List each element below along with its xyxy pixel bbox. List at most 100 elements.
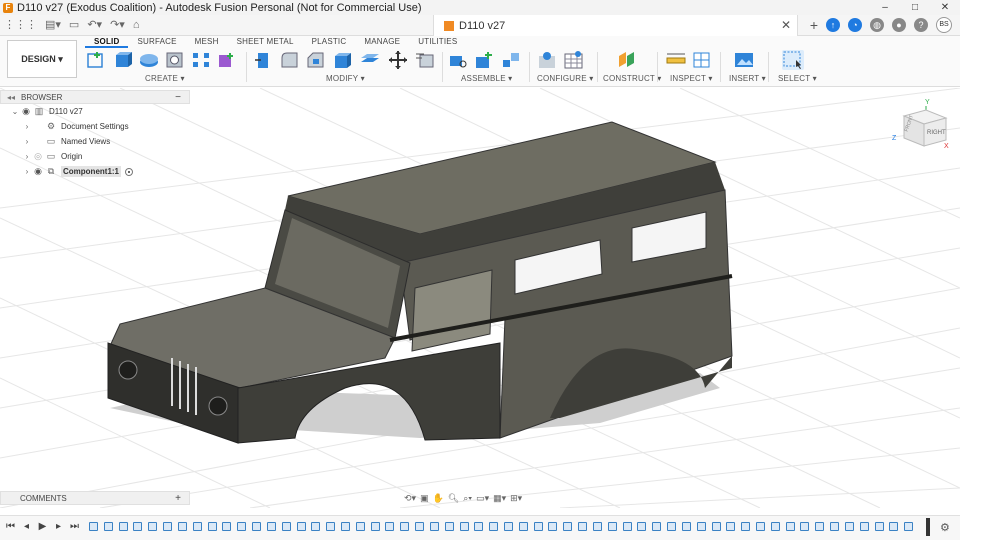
online-status-icon[interactable]: ◍ bbox=[870, 18, 884, 32]
align-icon[interactable] bbox=[414, 50, 436, 70]
timeline-feature[interactable] bbox=[163, 522, 172, 531]
tab-solid[interactable]: SOLID bbox=[85, 36, 129, 48]
timeline-feature[interactable] bbox=[371, 522, 380, 531]
new-component-icon[interactable] bbox=[448, 50, 470, 70]
hidden-eye-icon[interactable]: ◎ bbox=[32, 151, 44, 162]
timeline-feature[interactable] bbox=[415, 522, 424, 531]
timeline-feature[interactable] bbox=[148, 522, 157, 531]
timeline-feature[interactable] bbox=[385, 522, 394, 531]
chamfer-icon[interactable] bbox=[305, 50, 327, 70]
hole-icon[interactable] bbox=[164, 50, 186, 70]
timeline-feature[interactable] bbox=[726, 522, 735, 531]
pan-icon[interactable]: ✋ bbox=[433, 493, 444, 504]
grid-settings-icon[interactable]: ▦▾ bbox=[493, 493, 506, 504]
timeline-settings-gear-icon[interactable]: ⚙ bbox=[940, 521, 950, 534]
modify-menu[interactable]: MODIFY ▾ bbox=[326, 74, 365, 83]
select-menu[interactable]: SELECT ▾ bbox=[778, 74, 817, 83]
timeline-feature[interactable] bbox=[652, 522, 661, 531]
tab-utilities[interactable]: UTILITIES bbox=[409, 36, 466, 48]
timeline-feature[interactable] bbox=[534, 522, 543, 531]
timeline-feature[interactable] bbox=[786, 522, 795, 531]
timeline-feature[interactable] bbox=[904, 522, 913, 531]
save-icon[interactable]: ▭ bbox=[69, 18, 79, 31]
configure-table-icon[interactable] bbox=[563, 50, 585, 70]
timeline-feature[interactable] bbox=[208, 522, 217, 531]
help-icon[interactable]: ? bbox=[914, 18, 928, 32]
offset-plane-icon[interactable] bbox=[616, 50, 638, 70]
timeline-feature[interactable] bbox=[741, 522, 750, 531]
timeline-feature[interactable] bbox=[845, 522, 854, 531]
timeline-feature[interactable] bbox=[311, 522, 320, 531]
timeline-feature[interactable] bbox=[297, 522, 306, 531]
visibility-eye-icon[interactable]: ◉ bbox=[20, 106, 32, 117]
timeline-feature[interactable] bbox=[460, 522, 469, 531]
timeline-feature[interactable] bbox=[341, 522, 350, 531]
browser-header[interactable]: ◂◂ BROWSER − bbox=[0, 90, 190, 104]
timeline-feature[interactable] bbox=[178, 522, 187, 531]
expand-chevron-icon[interactable]: › bbox=[22, 122, 32, 131]
expand-chevron-icon[interactable]: ⌄ bbox=[10, 107, 20, 116]
construct-menu[interactable]: CONSTRUCT ▾ bbox=[603, 74, 662, 83]
minimize-browser-icon[interactable]: − bbox=[175, 92, 181, 103]
tab-manage[interactable]: MANAGE bbox=[355, 36, 409, 48]
new-tab-icon[interactable]: + bbox=[810, 17, 818, 33]
visibility-eye-icon[interactable]: ◉ bbox=[32, 166, 44, 177]
workspace-switcher[interactable]: DESIGN ▾ bbox=[7, 40, 77, 78]
create-form-icon[interactable] bbox=[216, 50, 238, 70]
timeline-feature[interactable] bbox=[356, 522, 365, 531]
redo-icon[interactable]: ↷▾ bbox=[110, 18, 125, 31]
move-copy-icon[interactable] bbox=[387, 50, 409, 70]
timeline-feature[interactable] bbox=[815, 522, 824, 531]
timeline-feature[interactable] bbox=[593, 522, 602, 531]
shell-icon[interactable] bbox=[331, 50, 353, 70]
add-comment-icon[interactable]: + bbox=[175, 493, 181, 504]
timeline-feature[interactable] bbox=[445, 522, 454, 531]
as-built-joint-icon[interactable] bbox=[500, 50, 522, 70]
tree-root[interactable]: ⌄ ◉ ▥ D110 v27 bbox=[0, 104, 190, 119]
joint-icon[interactable] bbox=[474, 50, 496, 70]
select-icon[interactable] bbox=[782, 50, 804, 70]
maximize-button[interactable]: □ bbox=[900, 0, 930, 15]
timeline-feature[interactable] bbox=[282, 522, 291, 531]
timeline-feature[interactable] bbox=[400, 522, 409, 531]
pattern-icon[interactable] bbox=[190, 50, 212, 70]
user-avatar[interactable]: BS bbox=[936, 17, 952, 33]
display-settings-icon[interactable]: ▭▾ bbox=[476, 493, 489, 504]
step-back-icon[interactable]: ◂ bbox=[21, 521, 32, 532]
notifications-icon[interactable]: ● bbox=[892, 18, 906, 32]
activate-component-radio[interactable] bbox=[125, 167, 133, 176]
timeline-feature[interactable] bbox=[119, 522, 128, 531]
tab-plastic[interactable]: PLASTIC bbox=[303, 36, 356, 48]
timeline-feature[interactable] bbox=[697, 522, 706, 531]
go-to-start-icon[interactable]: ⏮ bbox=[5, 521, 16, 532]
timeline-feature[interactable] bbox=[489, 522, 498, 531]
configure-icon[interactable] bbox=[537, 50, 559, 70]
close-window-button[interactable]: ✕ bbox=[930, 0, 960, 15]
timeline-feature[interactable] bbox=[608, 522, 617, 531]
timeline-feature[interactable] bbox=[133, 522, 142, 531]
timeline-feature[interactable] bbox=[237, 522, 246, 531]
tree-item-component[interactable]: › ◉ ⧉ Component1:1 bbox=[0, 164, 190, 179]
step-forward-icon[interactable]: ▸ bbox=[53, 521, 64, 532]
grid-menu-icon[interactable]: ⋮⋮⋮ bbox=[4, 18, 37, 31]
split-body-icon[interactable] bbox=[359, 50, 381, 70]
play-icon[interactable]: ▶ bbox=[37, 521, 48, 532]
fit-icon[interactable]: ⌕▾ bbox=[463, 493, 472, 504]
tab-mesh[interactable]: MESH bbox=[186, 36, 228, 48]
expand-chevron-icon[interactable]: › bbox=[22, 152, 32, 161]
timeline-feature[interactable] bbox=[519, 522, 528, 531]
timeline-feature[interactable] bbox=[637, 522, 646, 531]
configure-menu[interactable]: CONFIGURE ▾ bbox=[537, 74, 593, 83]
timeline-feature[interactable] bbox=[193, 522, 202, 531]
timeline-feature[interactable] bbox=[89, 522, 98, 531]
timeline-feature[interactable] bbox=[875, 522, 884, 531]
press-pull-icon[interactable] bbox=[253, 50, 275, 70]
tree-item-named-views[interactable]: › ▭ Named Views bbox=[0, 134, 190, 149]
timeline-feature[interactable] bbox=[267, 522, 276, 531]
timeline-feature[interactable] bbox=[504, 522, 513, 531]
insert-image-icon[interactable] bbox=[733, 50, 755, 70]
view-cube[interactable]: Y RIGHT FRONT Z X bbox=[892, 96, 952, 151]
measure-icon[interactable] bbox=[665, 50, 687, 70]
timeline-feature[interactable] bbox=[474, 522, 483, 531]
timeline-feature[interactable] bbox=[104, 522, 113, 531]
